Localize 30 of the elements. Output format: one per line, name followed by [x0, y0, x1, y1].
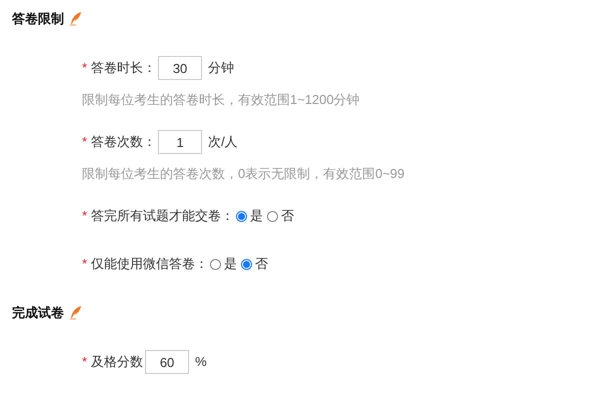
- unit-label: 次/人: [208, 133, 238, 152]
- field-label: 答卷时长：: [91, 59, 156, 78]
- radio-button[interactable]: [210, 258, 222, 270]
- radio-button[interactable]: [236, 210, 248, 222]
- required-mark: *: [82, 353, 88, 372]
- required-mark: *: [82, 59, 88, 78]
- field-label: 仅能使用微信答卷：: [91, 255, 208, 274]
- feather-icon: [70, 12, 82, 26]
- option-label: 否: [281, 207, 294, 226]
- field-label: 答卷次数：: [91, 133, 156, 152]
- number-field[interactable]: 60: [145, 350, 190, 374]
- number-field[interactable]: 1: [158, 130, 202, 154]
- hint-text: 限制每位考生的答卷时长，有效范围1~1200分钟: [82, 92, 360, 107]
- section-title: 完成试卷: [12, 304, 64, 322]
- required-mark: *: [82, 207, 88, 226]
- field-label: 及格分数: [91, 353, 144, 372]
- feather-icon: [70, 306, 82, 320]
- hint-text: 限制每位考生的答卷次数，0表示无限制，有效范围0~99: [82, 166, 405, 181]
- unit-label: 分钟: [208, 59, 234, 78]
- field-label: 答完所有试题才能交卷：: [91, 207, 234, 226]
- number-field[interactable]: 30: [158, 56, 202, 80]
- unit-label: %: [195, 353, 207, 372]
- option-label: 否: [255, 255, 268, 274]
- radio-button[interactable]: [267, 210, 278, 222]
- radio-button[interactable]: [241, 258, 252, 270]
- section-title: 答卷限制: [12, 10, 64, 28]
- required-mark: *: [82, 133, 88, 152]
- option-label: 是: [250, 207, 264, 226]
- option-label: 是: [224, 255, 238, 274]
- required-mark: *: [82, 255, 88, 274]
